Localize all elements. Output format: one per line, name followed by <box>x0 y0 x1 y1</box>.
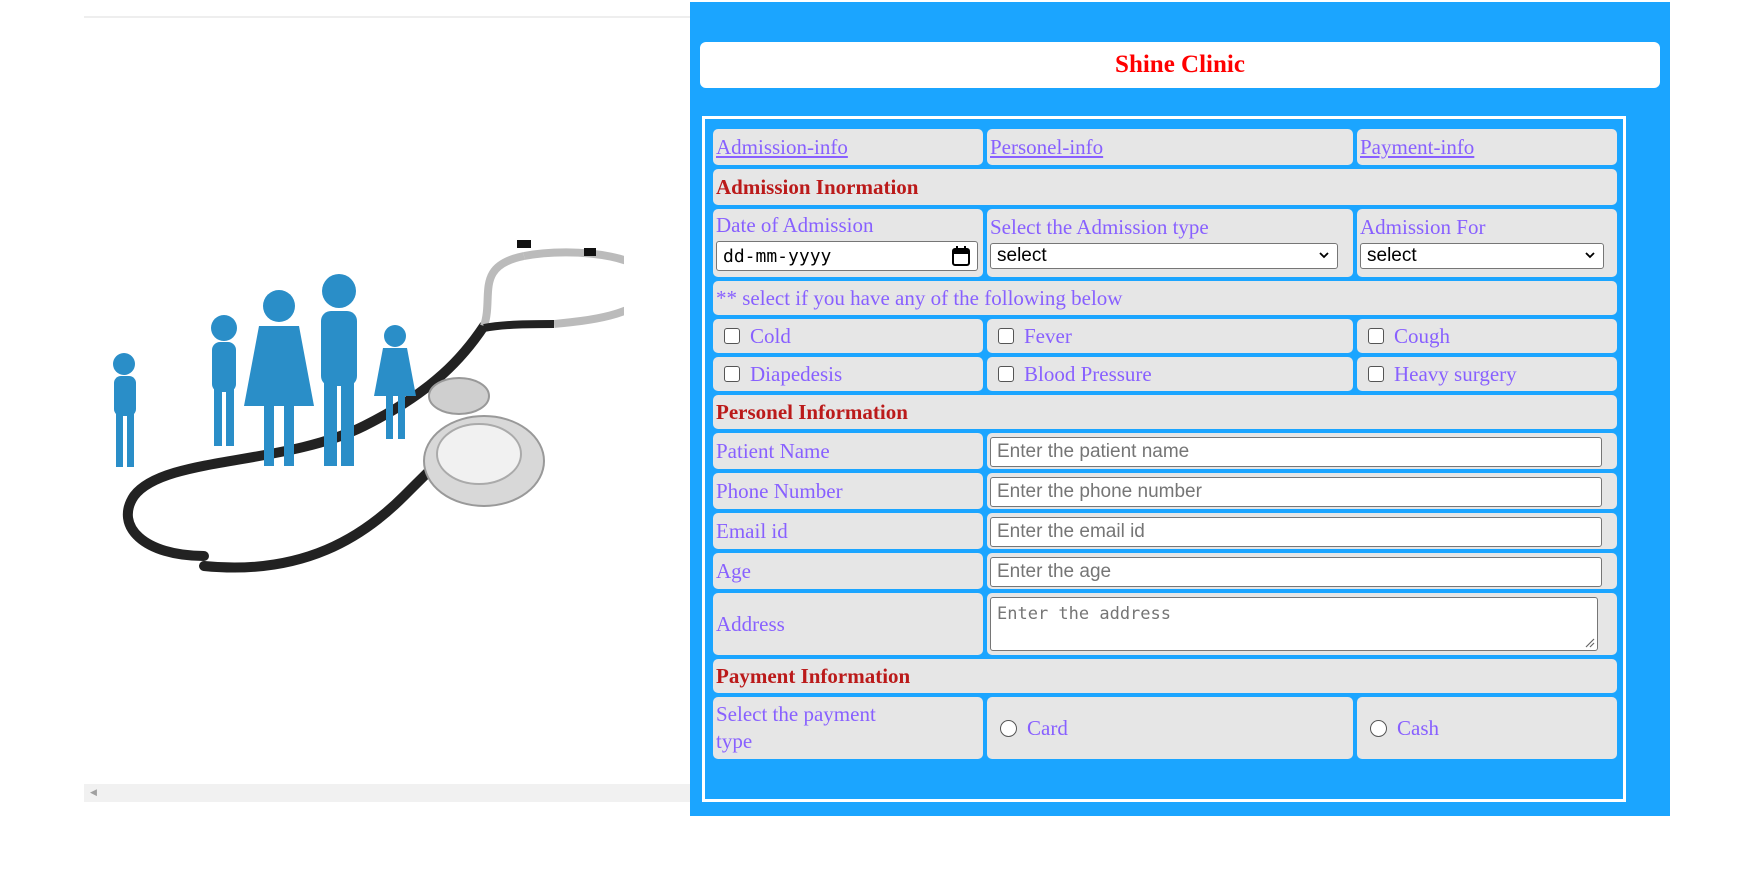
tab-personel-info-link[interactable]: Personel-info <box>990 135 1103 160</box>
symptom-diapedesis-checkbox[interactable] <box>724 366 740 382</box>
symptom-cough-checkbox[interactable] <box>1368 328 1384 344</box>
email-id-input[interactable]: Enter the email id <box>990 517 1602 547</box>
payment-type-label: Select the payment type <box>716 702 876 753</box>
tab-admission-info-cell: Admission-info <box>713 129 983 165</box>
resize-handle-icon[interactable] <box>1585 638 1595 648</box>
payment-card-cell: Card <box>987 697 1353 759</box>
symptom-cold-checkbox[interactable] <box>724 328 740 344</box>
date-placeholder: dd-mm-yyyy <box>723 245 832 267</box>
clinic-title: Shine Clinic <box>1115 51 1245 78</box>
age-cell: Enter the age <box>987 553 1617 589</box>
form-panel: Shine Clinic Admission-info Personel-inf… <box>690 2 1670 816</box>
patient-name-placeholder: Enter the patient name <box>997 441 1190 462</box>
date-of-admission-cell: Date of Admission dd-mm-yyyy <box>713 209 983 277</box>
email-id-cell: Enter the email id <box>987 513 1617 549</box>
age-input[interactable]: Enter the age <box>990 557 1602 587</box>
age-label: Age <box>713 553 983 589</box>
personal-heading: Personel Information <box>713 395 1617 429</box>
symptom-heavy-surgery-cell: Heavy surgery <box>1357 357 1617 391</box>
symptom-heavy-surgery-checkbox[interactable] <box>1368 366 1384 382</box>
symptom-diapedesis-cell: Diapedesis <box>713 357 983 391</box>
payment-heading: Payment Information <box>713 659 1617 693</box>
symptoms-note: ** select if you have any of the followi… <box>713 281 1617 315</box>
tab-payment-info-cell: Payment-info <box>1357 129 1617 165</box>
payment-card-label: Card <box>1027 715 1068 740</box>
image-frame: ◀ <box>84 16 690 802</box>
phone-number-placeholder: Enter the phone number <box>997 481 1202 502</box>
email-id-label: Email id <box>713 513 983 549</box>
title-bar: Shine Clinic <box>700 42 1660 88</box>
tab-admission-info-link[interactable]: Admission-info <box>716 135 848 160</box>
family-stethoscope-illustration <box>113 240 624 573</box>
frame-top-border <box>84 16 690 18</box>
admission-heading: Admission Inormation <box>713 169 1617 205</box>
symptom-cough-label: Cough <box>1394 323 1451 348</box>
admission-for-cell: Admission For select <box>1357 209 1617 277</box>
phone-number-input[interactable]: Enter the phone number <box>990 477 1602 507</box>
phone-number-cell: Enter the phone number <box>987 473 1617 509</box>
calendar-icon[interactable] <box>951 245 971 267</box>
admission-type-select[interactable]: select <box>990 243 1338 269</box>
symptom-diapedesis-label: Diapedesis <box>750 361 843 386</box>
symptom-blood-pressure-cell: Blood Pressure <box>987 357 1353 391</box>
admission-for-select[interactable]: select <box>1360 243 1604 269</box>
address-label: Address <box>713 593 983 655</box>
symptom-fever-checkbox[interactable] <box>998 328 1014 344</box>
payment-cash-label: Cash <box>1397 715 1439 740</box>
admission-type-value: select <box>997 245 1047 266</box>
address-placeholder: Enter the address <box>997 604 1171 624</box>
symptom-cough-cell: Cough <box>1357 319 1617 353</box>
patient-name-input[interactable]: Enter the patient name <box>990 437 1602 467</box>
address-cell: Enter the address <box>987 593 1617 655</box>
scroll-left-icon[interactable]: ◀ <box>90 788 97 798</box>
symptom-fever-label: Fever <box>1024 323 1072 348</box>
payment-type-cell: Select the payment type <box>713 697 983 759</box>
symptom-blood-pressure-checkbox[interactable] <box>998 366 1014 382</box>
age-placeholder: Enter the age <box>997 561 1112 582</box>
chevron-down-icon <box>1319 252 1329 259</box>
email-id-placeholder: Enter the email id <box>997 521 1145 542</box>
phone-number-label: Phone Number <box>713 473 983 509</box>
admission-for-label: Admission For <box>1360 215 1486 239</box>
symptom-cold-cell: Cold <box>713 319 983 353</box>
symptom-fever-cell: Fever <box>987 319 1353 353</box>
payment-cash-radio[interactable] <box>1370 719 1387 737</box>
date-of-admission-input[interactable]: dd-mm-yyyy <box>716 241 978 271</box>
symptom-blood-pressure-label: Blood Pressure <box>1024 361 1152 386</box>
horizontal-scrollbar[interactable]: ◀ <box>84 784 690 802</box>
tab-payment-info-link[interactable]: Payment-info <box>1360 135 1474 160</box>
admission-type-label: Select the Admission type <box>990 215 1209 239</box>
admission-form-table: Admission-info Personel-info Payment-inf… <box>702 116 1626 802</box>
tab-personel-info-cell: Personel-info <box>987 129 1353 165</box>
payment-card-radio[interactable] <box>1000 719 1017 737</box>
patient-name-label: Patient Name <box>713 433 983 469</box>
symptom-heavy-surgery-label: Heavy surgery <box>1394 361 1517 386</box>
patient-name-cell: Enter the patient name <box>987 433 1617 469</box>
admission-for-value: select <box>1367 245 1417 266</box>
payment-cash-cell: Cash <box>1357 697 1617 759</box>
date-of-admission-label: Date of Admission <box>716 213 874 237</box>
address-textarea[interactable]: Enter the address <box>990 597 1598 651</box>
chevron-down-icon <box>1585 252 1595 259</box>
admission-type-cell: Select the Admission type select <box>987 209 1353 277</box>
symptom-cold-label: Cold <box>750 323 791 348</box>
